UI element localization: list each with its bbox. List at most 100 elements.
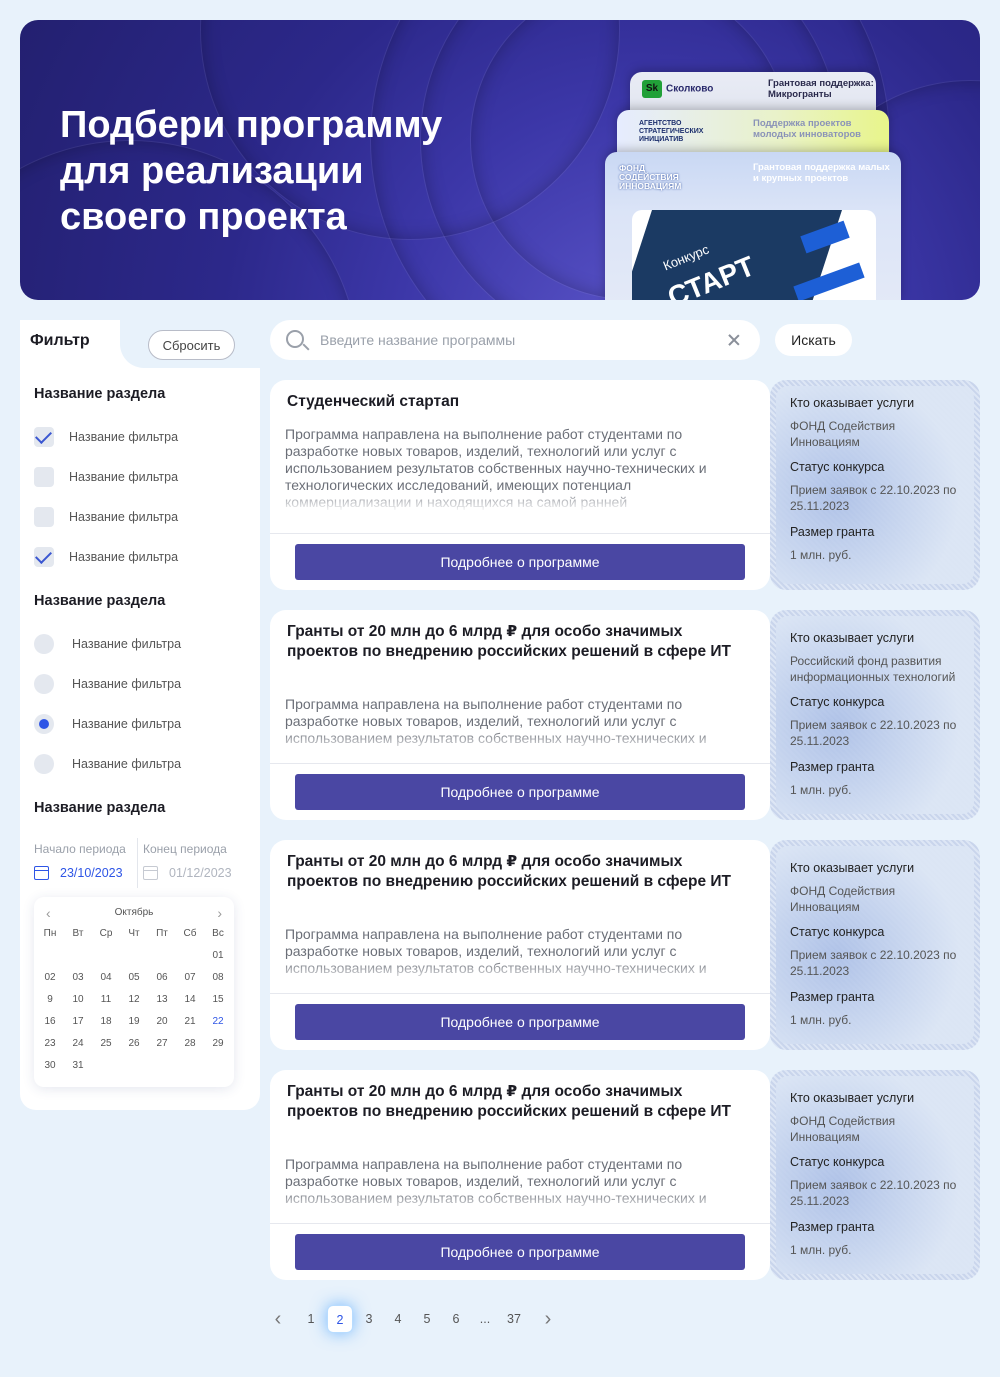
checkbox-checked-icon[interactable]: [34, 547, 54, 567]
checkbox-checked-icon[interactable]: [34, 427, 54, 447]
calendar-day[interactable]: 11: [92, 993, 120, 1015]
chevron-right-icon[interactable]: ›: [538, 1305, 558, 1333]
info-provider-label: Кто оказывает услуги: [790, 1091, 915, 1105]
info-provider-label: Кто оказывает услуги: [790, 396, 915, 410]
calendar-day[interactable]: 02: [36, 971, 64, 993]
calendar-day[interactable]: 15: [204, 993, 232, 1015]
radio-icon[interactable]: [34, 634, 54, 654]
search-input[interactable]: [320, 330, 700, 350]
calendar-weekday: Вс: [212, 928, 224, 939]
promo-tag: Грантовая поддержка малых и крупных прое…: [753, 162, 890, 184]
page-button-current[interactable]: 2: [327, 1305, 353, 1333]
calendar-day[interactable]: 9: [36, 993, 64, 1015]
page-button[interactable]: 6: [443, 1305, 469, 1333]
info-grant-value: 1 млн. руб.: [790, 783, 852, 797]
filter-radio-4[interactable]: Название фильтра: [34, 754, 181, 774]
calendar-day[interactable]: 24: [64, 1037, 92, 1059]
search-bar: [270, 320, 760, 360]
checkbox-icon[interactable]: [34, 467, 54, 487]
filter-option-label: Название фильтра: [69, 510, 179, 524]
calendar-day[interactable]: 31: [64, 1059, 92, 1081]
calendar-picker: ‹ Октябрь › Пн Вт Ср Чт Пт Сб Вс 01 02 03 04 05 06 07…: [34, 897, 234, 1087]
filter-option-label: Название фильтра: [72, 677, 182, 691]
program-info-panel: Кто оказывает услуги Российский фонд раз…: [770, 610, 980, 820]
page-button[interactable]: 37: [501, 1305, 527, 1333]
calendar-day[interactable]: 25: [92, 1037, 120, 1059]
description-fade: [270, 730, 770, 754]
calendar-day[interactable]: 07: [176, 971, 204, 993]
chevron-left-icon[interactable]: ‹: [268, 1305, 288, 1333]
calendar-day[interactable]: 01: [204, 949, 232, 971]
calendar-day[interactable]: 19: [120, 1015, 148, 1037]
radio-icon[interactable]: [34, 674, 54, 694]
calendar-blank: [176, 949, 204, 971]
description-fade: [270, 488, 770, 512]
calendar-day[interactable]: 17: [64, 1015, 92, 1037]
program-details-button[interactable]: Подробнее о программе: [295, 1234, 745, 1270]
checkbox-icon[interactable]: [34, 507, 54, 527]
calendar-blank: [148, 949, 176, 971]
info-status-value: Прием заявок с 22.10.2023 по 25.11.2023: [790, 718, 957, 748]
period-start-field[interactable]: 23/10/2023: [34, 866, 123, 880]
close-icon[interactable]: [726, 332, 742, 348]
calendar-day[interactable]: 04: [92, 971, 120, 993]
calendar-day[interactable]: 21: [176, 1015, 204, 1037]
calendar-day[interactable]: 06: [148, 971, 176, 993]
period-end-field[interactable]: 01/12/2023: [143, 866, 232, 880]
program-details-button[interactable]: Подробнее о программе: [295, 544, 745, 580]
program-info-panel: Кто оказывает услуги ФОНД Содействия Инн…: [770, 1070, 980, 1280]
filter-checkbox-4[interactable]: Название фильтра: [34, 547, 178, 567]
info-grant-label: Размер гранта: [790, 760, 875, 774]
card-divider: [270, 993, 770, 994]
start-contest-card[interactable]: Конкурс СТАРТ: [632, 210, 876, 300]
period-divider: [137, 838, 138, 888]
calendar-day[interactable]: 26: [120, 1037, 148, 1059]
page-button[interactable]: 1: [298, 1305, 324, 1333]
calendar-day[interactable]: 23: [36, 1037, 64, 1059]
filter-radio-3[interactable]: Название фильтра: [34, 714, 181, 734]
calendar-day[interactable]: 14: [176, 993, 204, 1015]
program-details-button[interactable]: Подробнее о программе: [295, 774, 745, 810]
calendar-day[interactable]: 13: [148, 993, 176, 1015]
program-details-button[interactable]: Подробнее о программе: [295, 1004, 745, 1040]
calendar-day[interactable]: 03: [64, 971, 92, 993]
calendar-day[interactable]: 18: [92, 1015, 120, 1037]
filter-checkbox-1[interactable]: Название фильтра: [34, 427, 178, 447]
info-grant-label: Размер гранта: [790, 990, 875, 1004]
page-button[interactable]: 5: [414, 1305, 440, 1333]
asi-logo: АГЕНТСТВО СТРАТЕГИЧЕСКИХ ИНИЦИАТИВ: [639, 120, 704, 143]
calendar-day[interactable]: 16: [36, 1015, 64, 1037]
calendar-day[interactable]: 22: [204, 1015, 232, 1037]
program-info-panel: Кто оказывает услуги ФОНД Содействия Инн…: [770, 840, 980, 1050]
filter-checkbox-3[interactable]: Название фильтра: [34, 507, 178, 527]
page-button[interactable]: 4: [385, 1305, 411, 1333]
radio-icon[interactable]: [34, 754, 54, 774]
calendar-day[interactable]: 28: [176, 1037, 204, 1059]
info-status-label: Статус конкурса: [790, 460, 885, 474]
calendar-day[interactable]: 29: [204, 1037, 232, 1059]
calendar-day[interactable]: 20: [148, 1015, 176, 1037]
radio-selected-icon[interactable]: [34, 714, 54, 734]
program-info-panel: Кто оказывает услуги ФОНД Содействия Инн…: [770, 380, 980, 590]
chevron-right-icon[interactable]: ›: [217, 905, 222, 921]
calendar-day[interactable]: 30: [36, 1059, 64, 1081]
reset-button[interactable]: Сбросить: [148, 330, 235, 360]
calendar-day[interactable]: 05: [120, 971, 148, 993]
page-button[interactable]: 3: [356, 1305, 382, 1333]
filter-radio-2[interactable]: Название фильтра: [34, 674, 181, 694]
calendar-weekday: Пн: [43, 928, 57, 939]
calendar-day[interactable]: 10: [64, 993, 92, 1015]
filter-radio-1[interactable]: Название фильтра: [34, 634, 181, 654]
calendar-icon[interactable]: [143, 866, 158, 880]
info-status-value: Прием заявок с 22.10.2023 по 25.11.2023: [790, 1178, 957, 1208]
info-grant-label: Размер гранта: [790, 525, 875, 539]
search-button[interactable]: Искать: [775, 324, 852, 356]
section-title: Название раздела: [34, 800, 166, 816]
calendar-weekday: Чт: [128, 928, 140, 939]
filter-checkbox-2[interactable]: Название фильтра: [34, 467, 178, 487]
description-fade: [270, 960, 770, 984]
calendar-day[interactable]: 08: [204, 971, 232, 993]
calendar-day[interactable]: 27: [148, 1037, 176, 1059]
calendar-day[interactable]: 12: [120, 993, 148, 1015]
calendar-icon[interactable]: [34, 866, 49, 880]
